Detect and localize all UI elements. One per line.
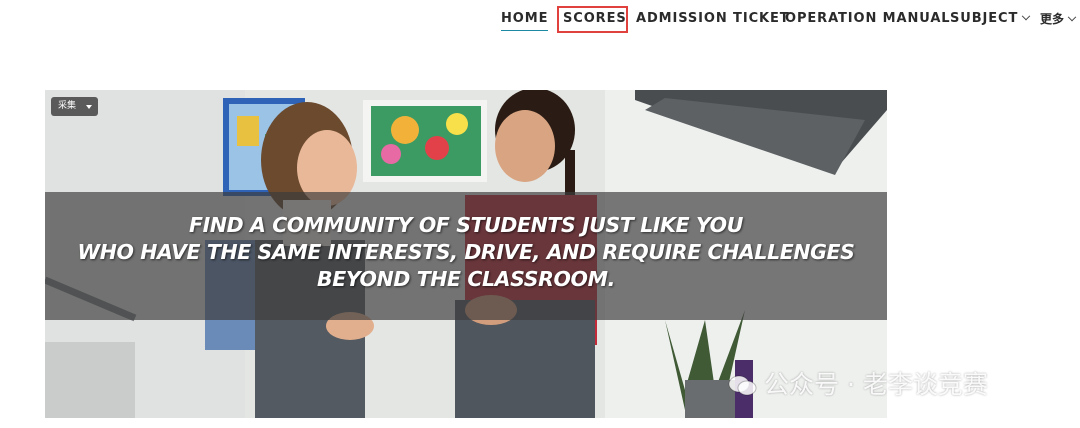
nav-operation-manual-link[interactable]: OPERATION MANUAL: [785, 10, 950, 28]
nav-more-dropdown[interactable]: 更多: [1040, 10, 1077, 28]
nav-home-label: HOME: [501, 11, 549, 26]
nav-home-link[interactable]: HOME: [501, 10, 549, 31]
wechat-icon: [728, 375, 757, 396]
tagline-line-2: WHO HAVE THE SAME INTERESTS, DRIVE, AND …: [77, 240, 855, 264]
chevron-down-icon: [1022, 11, 1031, 20]
tagline-line-3: BEYOND THE CLASSROOM.: [317, 267, 615, 291]
hero-tagline: FIND A COMMUNITY OF STUDENTS JUST LIKE Y…: [45, 212, 887, 293]
nav-more-label: 更多: [1040, 12, 1065, 26]
nav-scores-label: SCORES: [563, 11, 627, 26]
top-navigation: HOME SCORES ADMISSION TICKET OPERATION M…: [0, 0, 1080, 36]
caret-down-icon: [86, 105, 92, 109]
nav-subject-dropdown[interactable]: SUBJECT: [950, 10, 1031, 28]
active-underline: [501, 30, 549, 31]
collect-button[interactable]: 采集: [51, 97, 98, 116]
nav-subject-label: SUBJECT: [950, 11, 1019, 26]
nav-admission-ticket-label: ADMISSION TICKET: [636, 11, 790, 26]
nav-scores-link[interactable]: SCORES: [563, 10, 627, 28]
watermark: 公众号 · 老李谈竞赛: [728, 368, 988, 402]
tagline-line-1: FIND A COMMUNITY OF STUDENTS JUST LIKE Y…: [189, 213, 743, 237]
nav-admission-ticket-link[interactable]: ADMISSION TICKET: [636, 10, 790, 28]
collect-label: 采集: [58, 101, 77, 111]
chevron-down-icon: [1067, 12, 1077, 21]
watermark-text: 公众号 · 老李谈竞赛: [764, 370, 988, 399]
nav-operation-manual-label: OPERATION MANUAL: [785, 11, 951, 26]
